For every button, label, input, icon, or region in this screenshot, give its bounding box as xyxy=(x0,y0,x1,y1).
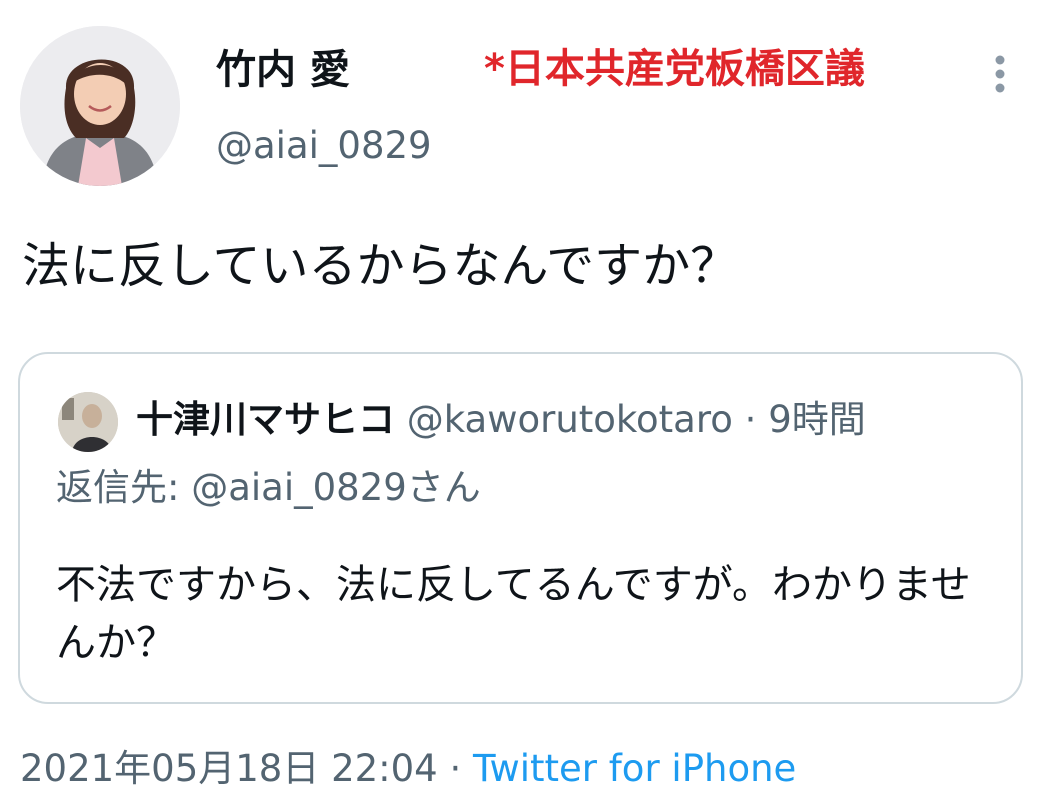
author-display-name[interactable]: 竹内 愛 xyxy=(216,44,350,96)
overlay-annotation: *日本共産党板橋区議 xyxy=(484,40,924,111)
tweet-datetime[interactable]: 2021年05月18日 22:04 xyxy=(20,747,438,790)
quoted-tweet-header: 十津川マサヒコ @kaworutokotaro · 9時間 xyxy=(136,394,866,446)
overlay-annotation-label: *日本共産党板橋区議 xyxy=(484,46,865,92)
quoted-author-display-name[interactable]: 十津川マサヒコ xyxy=(136,398,395,441)
quoted-author-avatar[interactable] xyxy=(58,392,118,452)
quoted-tweet-text: 不法ですから、法に反してるんですが。わかりませんか？ xyxy=(56,562,971,666)
quoted-author-handle[interactable]: @kaworutokotaro xyxy=(407,398,733,441)
tweet-text: 法に反しているからなんですか？ xyxy=(22,238,739,294)
quoted-tweet-card[interactable]: 十津川マサヒコ @kaworutokotaro · 9時間 返信先: @aiai… xyxy=(18,352,1023,704)
author-handle[interactable]: @aiai_0829 xyxy=(216,120,432,172)
footer-separator: · xyxy=(449,747,462,790)
tweet-source-link[interactable]: Twitter for iPhone xyxy=(473,747,796,790)
vertical-ellipsis-icon xyxy=(995,55,1005,93)
overlay-annotation-text: *日本共産党板橋区議 xyxy=(484,46,865,92)
quoted-tweet-time[interactable]: 9時間 xyxy=(768,398,866,441)
tweet-footer: 2021年05月18日 22:04 · Twitter for iPhone xyxy=(20,742,796,796)
quoted-header-separator: · xyxy=(744,398,757,441)
more-options-button[interactable] xyxy=(980,48,1020,100)
author-avatar-photo xyxy=(20,26,180,186)
quoted-reply-to: 返信先: @aiai_0829さん xyxy=(56,466,481,509)
author-avatar[interactable] xyxy=(20,26,180,186)
quoted-author-avatar-photo xyxy=(58,392,118,452)
